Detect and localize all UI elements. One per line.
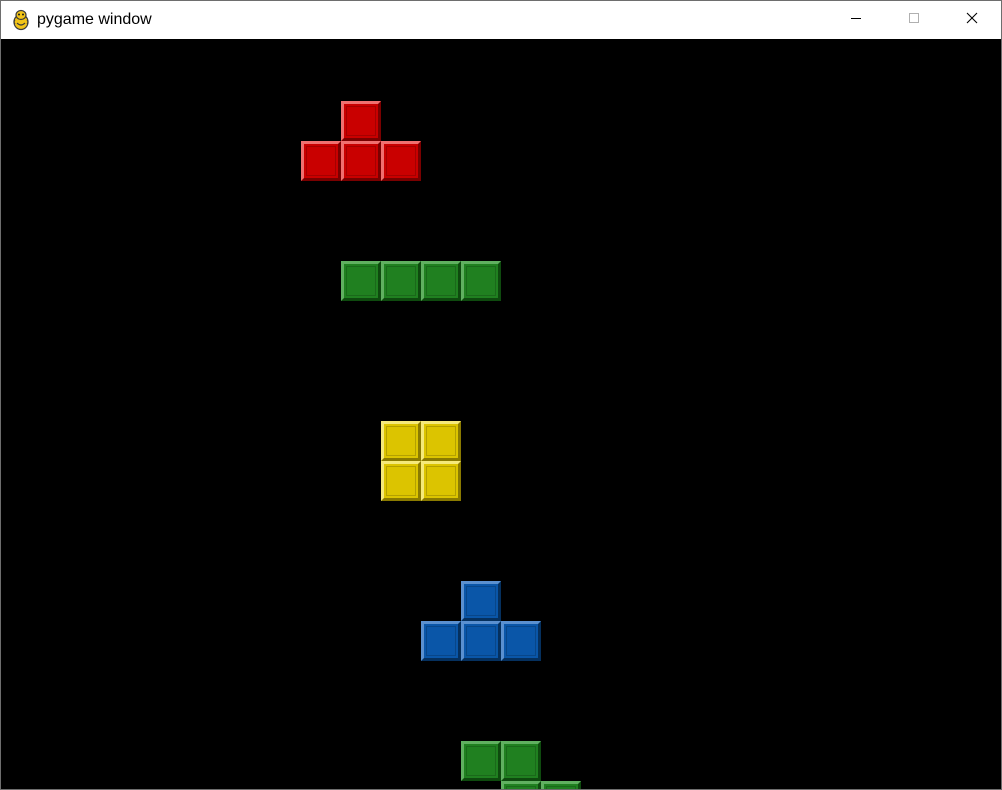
tetromino-block	[381, 421, 421, 461]
minimize-icon	[850, 11, 862, 29]
window-title: pygame window	[37, 11, 152, 28]
tetromino-block	[341, 101, 381, 141]
tetromino-block	[381, 141, 421, 181]
tetromino-block	[461, 261, 501, 301]
tetromino-block	[381, 261, 421, 301]
game-canvas[interactable]	[1, 39, 1001, 789]
tetromino-block	[461, 741, 501, 781]
maximize-button[interactable]	[885, 1, 943, 39]
tetromino-block	[421, 421, 461, 461]
tetromino-block	[501, 621, 541, 661]
tetromino-block	[421, 461, 461, 501]
app-window: pygame window	[0, 0, 1002, 790]
maximize-icon	[908, 11, 920, 29]
tetromino-block	[461, 581, 501, 621]
tetromino-block	[381, 461, 421, 501]
tetromino-block	[461, 621, 501, 661]
tetromino-block	[421, 621, 461, 661]
tetromino-block	[541, 781, 581, 789]
tetromino-block	[301, 141, 341, 181]
tetromino-block	[501, 741, 541, 781]
tetromino-block	[341, 141, 381, 181]
tetromino-block	[421, 261, 461, 301]
pygame-snake-icon	[11, 9, 31, 31]
minimize-button[interactable]	[827, 1, 885, 39]
tetromino-block	[501, 781, 541, 789]
close-icon	[966, 11, 978, 29]
close-button[interactable]	[943, 1, 1001, 39]
tetromino-block	[341, 261, 381, 301]
title-bar[interactable]: pygame window	[1, 1, 1001, 39]
